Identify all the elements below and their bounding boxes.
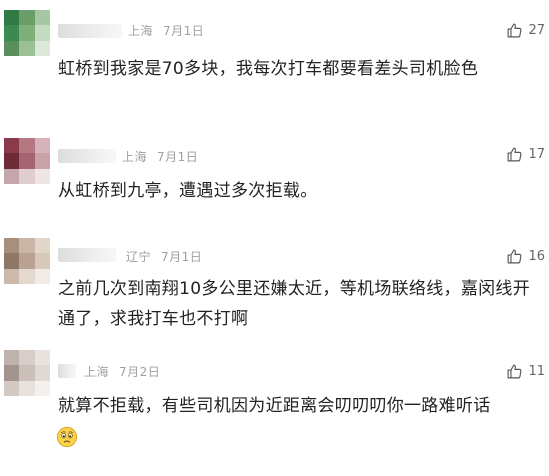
comment-date: 7月1日: [163, 24, 205, 38]
like-count: 11: [528, 364, 545, 379]
comment-text: 之前几次到南翔10多公里还嫌太近，等机场联络线，嘉闵线开通了，求我打车也不打啊: [58, 279, 531, 329]
username-blurred[interactable]: [58, 364, 76, 378]
comment-date: 7月2日: [119, 365, 161, 379]
comment-meta: 上海 7月1日: [128, 22, 204, 39]
username-blurred[interactable]: [58, 149, 116, 163]
comment-meta: 辽宁 7月1日: [126, 248, 202, 265]
comment-location: 上海: [128, 24, 154, 38]
like-button[interactable]: 16: [506, 248, 545, 265]
thumbs-up-icon: [508, 249, 522, 264]
like-count: 27: [528, 23, 545, 38]
worried-face-emoji: [56, 426, 78, 448]
comment-date: 7月1日: [161, 250, 203, 264]
comment-text: 从虹桥到九亭，遭遇过多次拒载。: [58, 181, 318, 201]
comment-text: 虹桥到我家是70多块，我每次打车都要看差头司机脸色: [58, 59, 479, 79]
thumbs-up-icon: [508, 23, 522, 38]
like-button[interactable]: 17: [506, 146, 545, 163]
username-blurred[interactable]: [58, 24, 122, 38]
avatar[interactable]: [4, 350, 50, 396]
comment-item: 上海 7月1日 27 虹桥到我家是70多块，我每次打车都要看差头司机脸色: [0, 0, 549, 115]
avatar[interactable]: [4, 238, 50, 284]
like-button[interactable]: 11: [506, 363, 545, 380]
thumbs-up-icon: [508, 364, 522, 379]
comment-meta: 上海 7月1日: [122, 148, 198, 165]
like-button[interactable]: 27: [506, 22, 545, 39]
comment-text: 就算不拒载，有些司机因为近距离会叨叨叨你一路难听话: [58, 396, 491, 416]
like-count: 17: [528, 147, 545, 162]
like-count: 16: [528, 249, 545, 264]
comment-location: 上海: [84, 365, 110, 379]
comment-item: 辽宁 7月1日 16 之前几次到南翔10多公里还嫌太近，等机场联络线，嘉闵线开通了…: [0, 232, 549, 340]
comment-date: 7月1日: [157, 150, 199, 164]
comment-location: 上海: [122, 150, 148, 164]
comment-meta: 上海 7月2日: [84, 363, 160, 380]
comment-location: 辽宁: [126, 250, 152, 264]
avatar[interactable]: [4, 138, 50, 184]
avatar[interactable]: [4, 10, 50, 56]
thumbs-up-icon: [508, 147, 522, 162]
comment-item: 上海 7月1日 17 从虹桥到九亭，遭遇过多次拒载。: [0, 126, 549, 231]
username-blurred[interactable]: [58, 248, 116, 262]
comment-item: 上海 7月2日 11 就算不拒载，有些司机因为近距离会叨叨叨你一路难听话: [0, 346, 549, 476]
